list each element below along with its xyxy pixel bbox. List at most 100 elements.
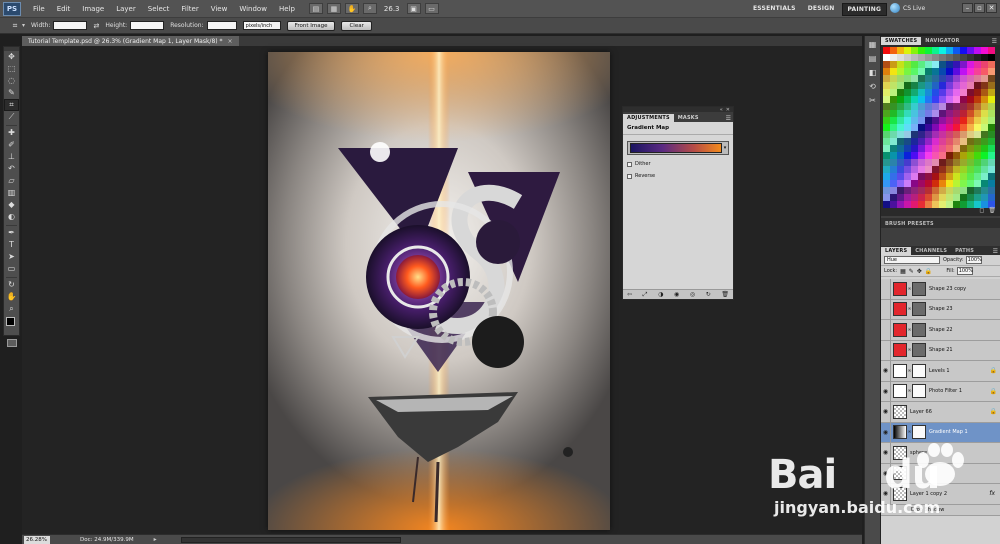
color-swatch[interactable] [953, 166, 960, 173]
reset-icon[interactable]: ↻ [706, 291, 711, 298]
color-swatch[interactable] [890, 54, 897, 61]
color-swatch[interactable] [939, 89, 946, 96]
color-swatch[interactable] [960, 173, 967, 180]
color-swatch[interactable] [911, 152, 918, 159]
color-swatch[interactable] [960, 194, 967, 201]
color-swatch[interactable] [967, 110, 974, 117]
color-swatch[interactable] [967, 103, 974, 110]
color-swatch[interactable] [883, 152, 890, 159]
color-panel-icon[interactable]: ▦ [867, 39, 879, 50]
color-swatch[interactable] [890, 138, 897, 145]
tab-channels[interactable]: CHANNELS [911, 247, 951, 255]
color-swatch[interactable] [918, 96, 925, 103]
color-swatch[interactable] [988, 187, 995, 194]
color-swatch[interactable] [967, 173, 974, 180]
color-swatch[interactable] [960, 103, 967, 110]
color-swatch[interactable] [883, 103, 890, 110]
layer-row[interactable]: ∞ Shape 22 [881, 319, 1000, 341]
color-swatch[interactable] [939, 96, 946, 103]
color-swatch[interactable] [897, 194, 904, 201]
return-to-list-icon[interactable]: ⇦ [627, 291, 632, 298]
color-swatch[interactable] [953, 159, 960, 166]
close-document-icon[interactable]: × [228, 38, 233, 45]
color-swatch[interactable] [925, 54, 932, 61]
color-swatch[interactable] [897, 138, 904, 145]
horizontal-scrollbar[interactable] [180, 536, 401, 543]
color-swatch[interactable] [981, 166, 988, 173]
color-swatch[interactable] [918, 89, 925, 96]
color-swatch[interactable] [925, 138, 932, 145]
color-swatch[interactable] [932, 47, 939, 54]
lasso-tool-icon[interactable]: ◌ [4, 75, 19, 87]
color-swatch[interactable] [974, 124, 981, 131]
color-swatch[interactable] [960, 159, 967, 166]
color-swatch[interactable] [911, 166, 918, 173]
color-swatch[interactable] [946, 89, 953, 96]
hand-tool-icon[interactable]: ✋ [344, 3, 359, 14]
color-swatch[interactable] [988, 180, 995, 187]
opacity-input[interactable]: 100% [965, 256, 982, 264]
color-swatch[interactable] [974, 173, 981, 180]
color-swatch[interactable] [911, 75, 918, 82]
color-swatch[interactable] [897, 96, 904, 103]
delete-adjustment-icon[interactable]: 🗑 [721, 291, 729, 298]
color-swatch[interactable] [883, 138, 890, 145]
color-swatch[interactable] [946, 131, 953, 138]
color-swatch[interactable] [897, 68, 904, 75]
color-swatch[interactable] [911, 138, 918, 145]
color-swatch[interactable] [925, 82, 932, 89]
color-swatch[interactable] [911, 61, 918, 68]
color-swatch[interactable] [904, 117, 911, 124]
color-swatch[interactable] [925, 47, 932, 54]
menu-help[interactable]: Help [273, 5, 301, 13]
color-swatch[interactable] [911, 201, 918, 208]
close-window-button[interactable]: ✕ [986, 3, 997, 13]
color-swatch[interactable] [911, 194, 918, 201]
color-swatch[interactable] [925, 124, 932, 131]
color-swatch[interactable] [918, 117, 925, 124]
color-swatch[interactable] [904, 82, 911, 89]
color-swatch[interactable] [918, 47, 925, 54]
color-swatch[interactable] [974, 166, 981, 173]
close-panel-icon[interactable]: ✕ [726, 107, 730, 113]
color-swatch[interactable] [953, 138, 960, 145]
color-swatch[interactable] [967, 166, 974, 173]
color-swatch[interactable] [883, 159, 890, 166]
color-swatch[interactable] [897, 173, 904, 180]
zoom-level[interactable]: 26.3 [381, 5, 403, 13]
color-swatch[interactable] [932, 201, 939, 208]
color-swatch[interactable] [932, 75, 939, 82]
color-swatch[interactable] [925, 180, 932, 187]
color-swatch[interactable] [960, 110, 967, 117]
menu-layer[interactable]: Layer [110, 5, 142, 13]
tab-adjustments[interactable]: ADJUSTMENTS [623, 114, 674, 122]
color-swatch[interactable] [967, 75, 974, 82]
color-swatch[interactable] [911, 54, 918, 61]
color-swatch[interactable] [932, 89, 939, 96]
color-swatch[interactable] [890, 82, 897, 89]
color-swatch[interactable] [918, 54, 925, 61]
color-swatch[interactable] [953, 89, 960, 96]
tab-masks[interactable]: MASKS [674, 114, 703, 122]
color-swatch[interactable] [967, 201, 974, 208]
color-swatch[interactable] [960, 152, 967, 159]
color-swatch[interactable] [932, 180, 939, 187]
color-swatch[interactable] [946, 159, 953, 166]
color-swatch[interactable] [960, 96, 967, 103]
color-swatch[interactable] [967, 159, 974, 166]
color-swatch[interactable] [953, 54, 960, 61]
color-swatch[interactable] [981, 75, 988, 82]
color-swatch[interactable] [946, 75, 953, 82]
color-swatch[interactable] [988, 117, 995, 124]
pen-tool-icon[interactable]: ✒ [4, 227, 19, 239]
color-swatch[interactable] [918, 194, 925, 201]
color-swatch[interactable] [918, 138, 925, 145]
color-swatch[interactable] [932, 138, 939, 145]
color-swatch[interactable] [932, 194, 939, 201]
color-swatch[interactable] [939, 194, 946, 201]
color-swatch[interactable] [911, 159, 918, 166]
color-swatch[interactable] [953, 61, 960, 68]
color-swatch[interactable] [960, 187, 967, 194]
color-swatch[interactable] [946, 103, 953, 110]
color-swatch[interactable] [918, 75, 925, 82]
